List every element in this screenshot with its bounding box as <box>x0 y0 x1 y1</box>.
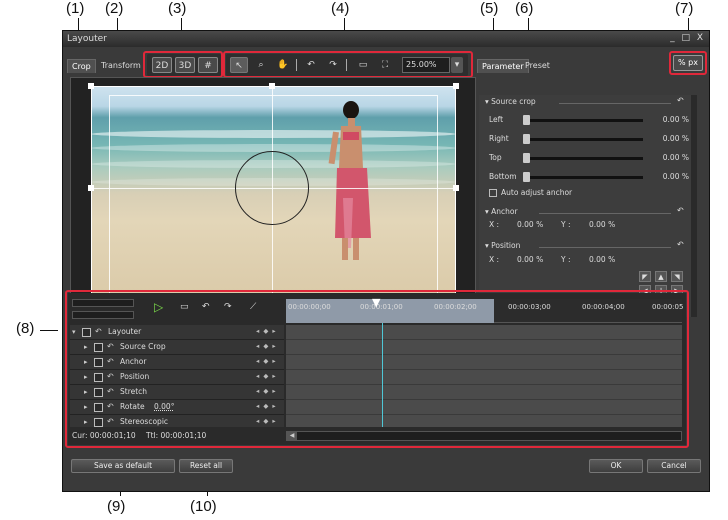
position-y-label: Y : <box>561 255 571 264</box>
auto-adjust-checkbox[interactable] <box>489 189 497 197</box>
window-title: Layouter <box>67 34 107 44</box>
crop-bottom-knob[interactable] <box>523 172 530 182</box>
crop-bottom-value[interactable]: 0.00 % <box>649 172 689 181</box>
position-y-value[interactable]: 0.00 % <box>589 255 615 264</box>
tab-transform[interactable]: Transform <box>97 59 145 72</box>
callout-box-3 <box>143 51 223 78</box>
section-anchor[interactable]: ▾ Anchor <box>485 207 518 216</box>
tab-crop[interactable]: Crop <box>67 59 96 73</box>
callout-box-7 <box>669 51 707 75</box>
crop-right-value[interactable]: 0.00 % <box>649 134 689 143</box>
tab-preset[interactable]: Preset <box>521 59 554 72</box>
crop-bottom-label: Bottom <box>489 172 517 181</box>
crop-right-slider[interactable] <box>523 138 643 141</box>
callout-box-4 <box>223 51 473 78</box>
anchor-circle[interactable] <box>235 151 309 225</box>
position-title: Position <box>491 241 521 250</box>
handle-top[interactable] <box>269 83 275 89</box>
reset-position-icon[interactable]: ↶ <box>677 240 684 249</box>
parameter-panel: ▾ Source crop ↶ Left 0.00 % Right 0.00 %… <box>479 95 697 317</box>
section-rule <box>539 213 671 214</box>
handle-right[interactable] <box>453 185 459 191</box>
auto-adjust-label: Auto adjust anchor <box>501 188 573 197</box>
handle-left[interactable] <box>88 185 94 191</box>
callout-3: (3) <box>168 0 187 17</box>
callout-10: (10) <box>190 498 217 515</box>
callout-6: (6) <box>515 0 534 17</box>
callout-8: (8) <box>16 320 35 337</box>
crop-top-label: Top <box>489 153 502 162</box>
crop-left-slider[interactable] <box>523 119 643 122</box>
position-x-label: X : <box>489 255 500 264</box>
nudge-up-icon[interactable]: ▲ <box>655 271 667 282</box>
callout-7: (7) <box>675 0 694 17</box>
reset-source-crop-icon[interactable]: ↶ <box>677 96 684 105</box>
ok-button[interactable]: OK <box>589 459 643 473</box>
callout-5: (5) <box>480 0 499 17</box>
crop-right-knob[interactable] <box>523 134 530 144</box>
callout-1: (1) <box>66 0 85 17</box>
crop-left-label: Left <box>489 115 504 124</box>
crop-left-value[interactable]: 0.00 % <box>649 115 689 124</box>
nudge-up-right-icon[interactable]: ◥ <box>671 271 683 282</box>
callout-9: (9) <box>107 498 126 515</box>
nudge-up-left-icon[interactable]: ◤ <box>639 271 651 282</box>
leader-line-8 <box>40 330 58 331</box>
section-rule <box>539 247 671 248</box>
anchor-y-value[interactable]: 0.00 % <box>589 220 615 229</box>
reset-all-button[interactable]: Reset all <box>179 459 233 473</box>
crop-top-slider[interactable] <box>523 157 643 160</box>
anchor-y-label: Y : <box>561 220 571 229</box>
crop-bottom-slider[interactable] <box>523 176 643 179</box>
crop-top-knob[interactable] <box>523 153 530 163</box>
source-crop-title: Source crop <box>491 97 536 106</box>
layouter-window: Layouter _ □ X Crop Transform 2D 3D # ↖ … <box>62 30 710 492</box>
handle-top-right[interactable] <box>453 83 459 89</box>
crop-right-label: Right <box>489 134 509 143</box>
anchor-x-value[interactable]: 0.00 % <box>517 220 543 229</box>
crop-left-knob[interactable] <box>523 115 530 125</box>
anchor-title: Anchor <box>491 207 518 216</box>
cancel-button[interactable]: Cancel <box>647 459 701 473</box>
anchor-x-label: X : <box>489 220 500 229</box>
crop-top-value[interactable]: 0.00 % <box>649 153 689 162</box>
position-x-value[interactable]: 0.00 % <box>517 255 543 264</box>
handle-top-left[interactable] <box>88 83 94 89</box>
section-position[interactable]: ▾ Position <box>485 241 520 250</box>
callout-box-8 <box>65 290 689 448</box>
section-source-crop[interactable]: ▾ Source crop <box>485 97 536 106</box>
section-rule <box>559 103 671 104</box>
title-bar: Layouter _ □ X <box>63 31 709 47</box>
save-as-default-button[interactable]: Save as default <box>71 459 175 473</box>
reset-anchor-icon[interactable]: ↶ <box>677 206 684 215</box>
preview-area[interactable] <box>70 77 476 317</box>
callout-2: (2) <box>105 0 124 17</box>
panel-scrollbar[interactable] <box>691 95 697 317</box>
window-controls[interactable]: _ □ X <box>670 33 705 43</box>
callout-4: (4) <box>331 0 350 17</box>
